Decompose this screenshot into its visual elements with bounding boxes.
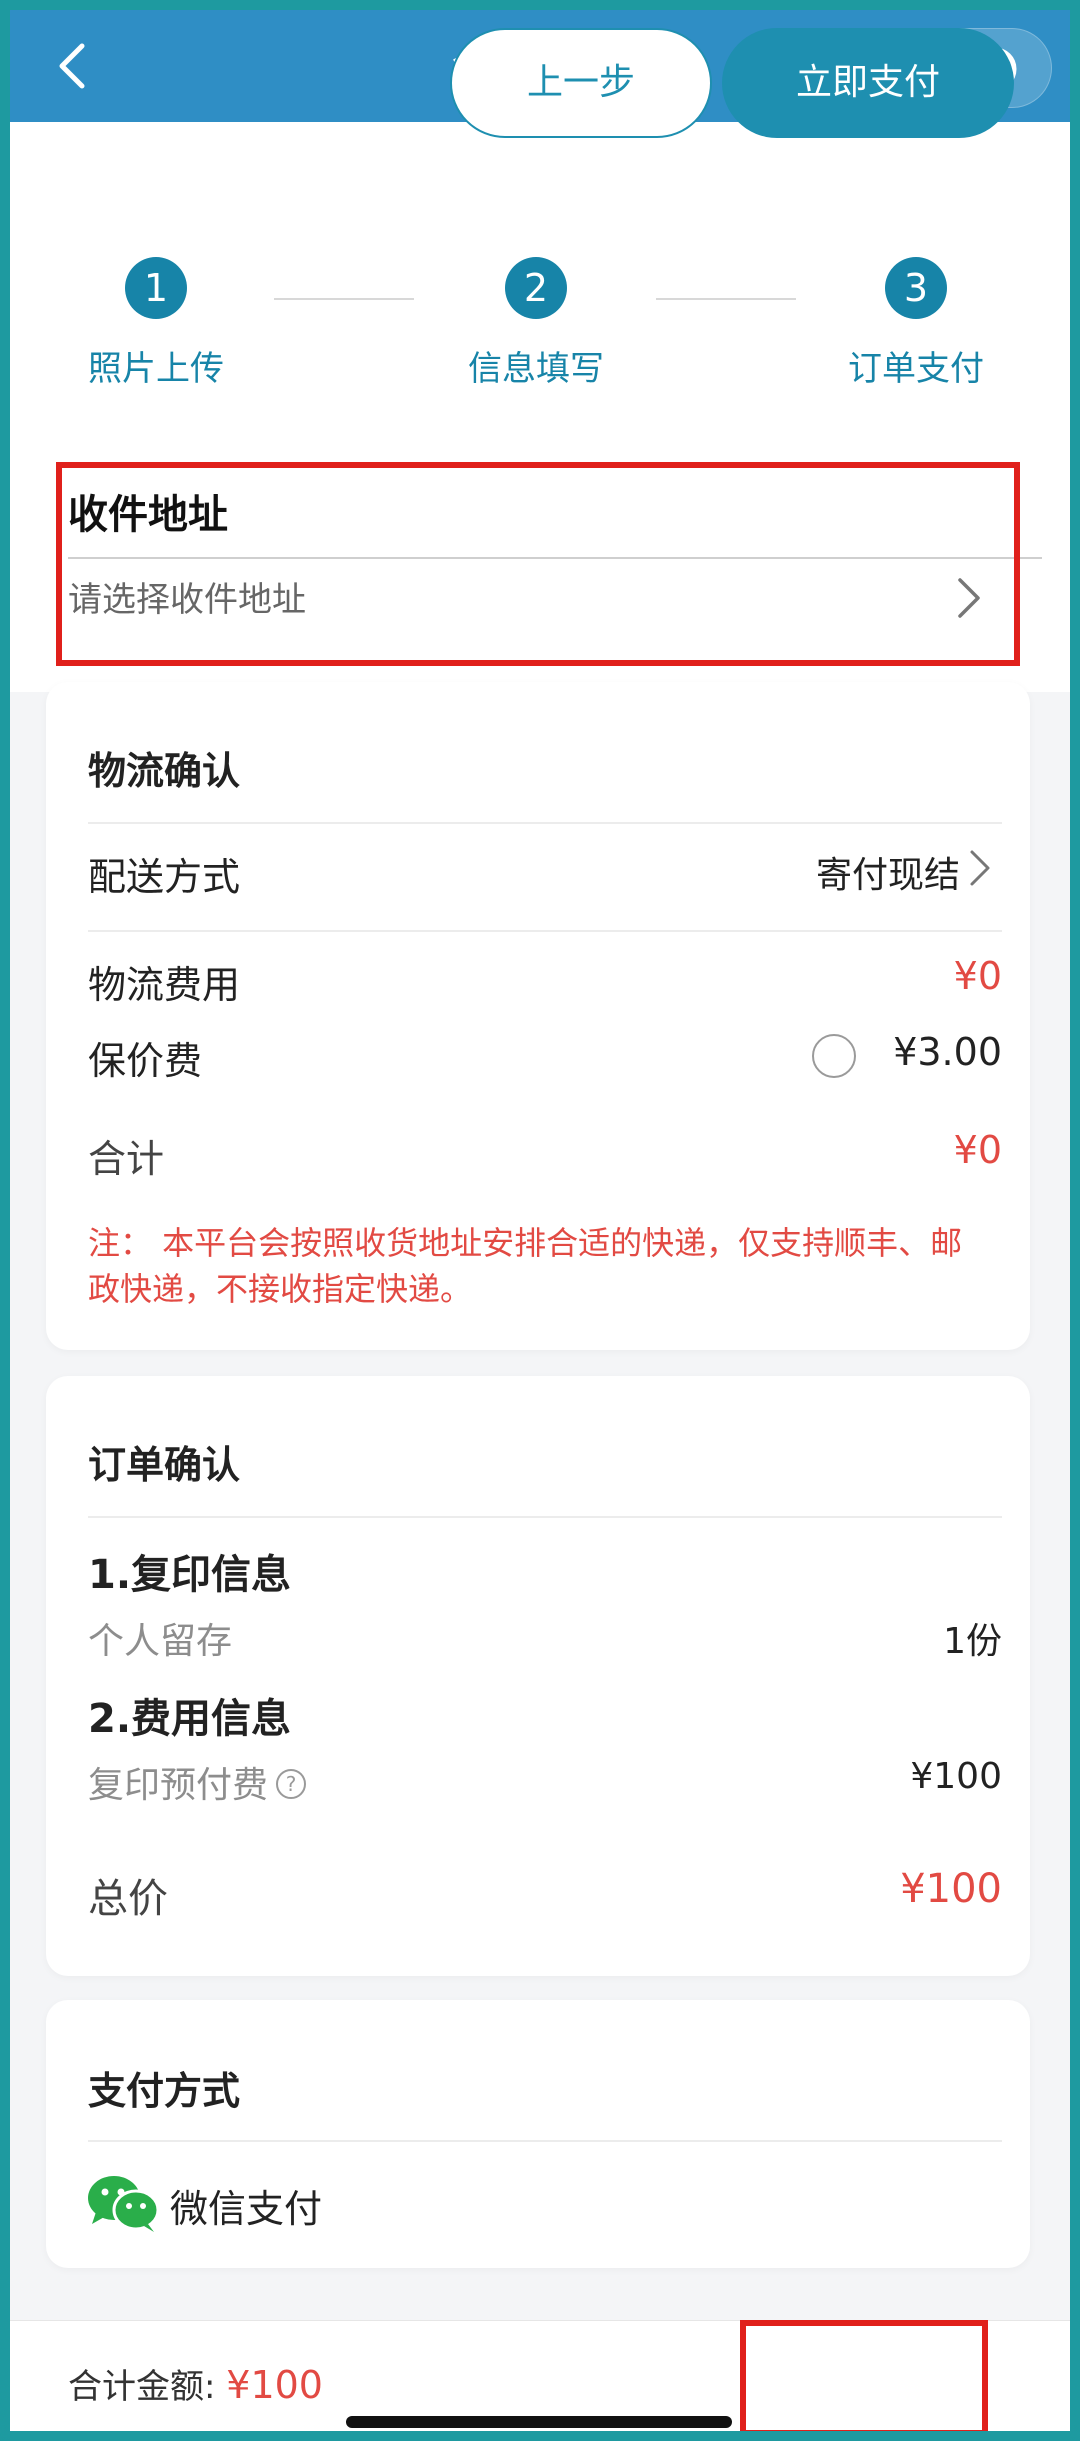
previous-step-button[interactable]: 上一步	[450, 28, 712, 138]
step-info-fill: 2 信息填写	[436, 257, 636, 390]
card-divider	[88, 822, 1002, 824]
screen: 病案复印 1 照片上传 2 信息填写 3 订单支付 收件	[10, 10, 1070, 2431]
chevron-right-icon[interactable]	[968, 848, 992, 888]
prepay-fee-label: 复印预付费?	[88, 1756, 307, 1808]
step-label: 信息填写	[468, 349, 604, 389]
progress-steps: 1 照片上传 2 信息填写 3 订单支付	[10, 122, 1070, 462]
logistics-card: 物流确认 配送方式 寄付现结 物流费用 ¥0 保价费 ¥3.00 合计 ¥0 注…	[46, 682, 1030, 1350]
wechat-pay-icon	[88, 2176, 160, 2232]
bottom-action-bar: 合计金额: ¥100	[10, 2320, 1070, 2431]
prepay-fee-label-text: 复印预付费	[88, 1765, 269, 1806]
step-order-pay: 3 订单支付	[816, 257, 1016, 390]
step-label: 照片上传	[88, 349, 224, 389]
address-title: 收件地址	[68, 492, 228, 538]
bottom-total-value: ¥100	[226, 2363, 323, 2407]
home-indicator	[346, 2416, 732, 2428]
delivery-method-value[interactable]: 寄付现结	[816, 846, 960, 898]
copy-purpose-label: 个人留存	[88, 1621, 233, 1662]
step-number: 3	[885, 257, 947, 319]
logistics-fee-value: ¥0	[953, 954, 1002, 998]
order-title: 订单确认	[88, 1443, 241, 1487]
step-connector	[656, 298, 796, 300]
pay-now-button[interactable]: 立即支付	[722, 28, 1014, 138]
order-total-value: ¥100	[900, 1866, 1002, 1912]
help-circle-icon[interactable]: ?	[276, 1769, 307, 1799]
order-total-label: 总价	[88, 1876, 168, 1922]
step-connector	[274, 298, 414, 300]
insurance-fee-label: 保价费	[88, 1039, 203, 1083]
insurance-fee-value: ¥3.00	[893, 1030, 1002, 1074]
copy-count-value: 1份	[943, 1621, 1002, 1662]
card-divider	[88, 930, 1002, 932]
step-label: 订单支付	[848, 349, 984, 389]
address-divider	[68, 557, 1042, 559]
card-divider	[88, 1516, 1002, 1518]
payment-card: 支付方式 微信支付	[46, 2000, 1030, 2268]
payment-method-label[interactable]: 微信支付	[170, 2178, 322, 2233]
prepay-fee-value: ¥100	[910, 1756, 1002, 1797]
address-section[interactable]: 收件地址 请选择收件地址	[10, 462, 1070, 692]
step-number: 2	[505, 257, 567, 319]
chevron-right-icon[interactable]	[954, 576, 984, 620]
logistics-title: 物流确认	[88, 749, 241, 793]
logistics-note: 注： 本平台会按照收货地址安排合适的快递，仅支持顺丰、邮政快递，不接收指定快递。	[88, 1224, 963, 1308]
logistics-subtotal-value: ¥0	[953, 1128, 1002, 1172]
logistics-fee-label: 物流费用	[88, 963, 241, 1007]
order-card: 订单确认 1.复印信息 个人留存 1份 2.费用信息 复印预付费? ¥100 总…	[46, 1376, 1030, 1976]
delivery-method-label: 配送方式	[88, 855, 241, 899]
card-divider	[88, 2140, 1002, 2142]
payment-title: 支付方式	[88, 2069, 241, 2113]
step-photo-upload: 1 照片上传	[56, 257, 256, 390]
bottom-total-label: 合计金额:	[68, 2367, 227, 2407]
logistics-subtotal-label: 合计	[88, 1137, 165, 1181]
step-number: 1	[125, 257, 187, 319]
bottom-total: 合计金额: ¥100	[68, 2359, 323, 2408]
address-placeholder[interactable]: 请选择收件地址	[68, 572, 306, 621]
copy-info-heading: 1.复印信息	[88, 1552, 292, 1598]
insurance-radio[interactable]	[812, 1034, 856, 1078]
fee-info-heading: 2.费用信息	[88, 1696, 292, 1742]
